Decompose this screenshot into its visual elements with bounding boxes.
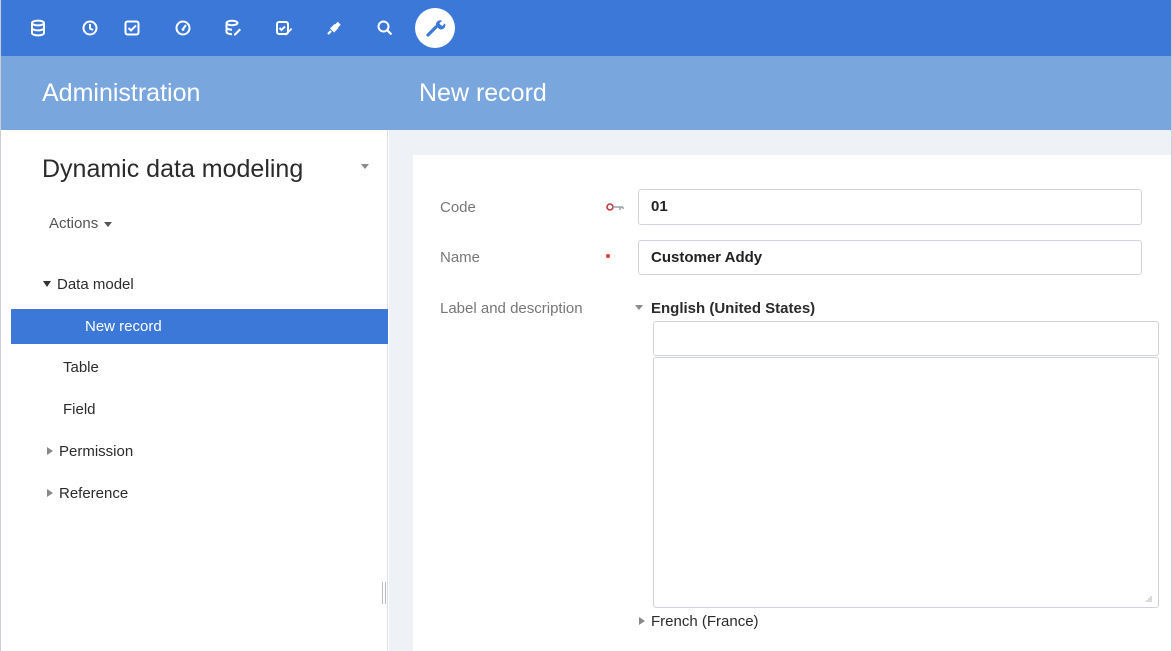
tree-item-label: Table	[63, 359, 99, 376]
page-title: New record	[419, 79, 547, 107]
data-edit-icon[interactable]	[219, 14, 247, 42]
code-value: 01	[651, 198, 668, 215]
name-value: Customer Addy	[651, 248, 763, 266]
plugin-icon[interactable]	[320, 14, 348, 42]
tree-item-label: Reference	[59, 485, 129, 502]
admin-wrench-icon[interactable]	[415, 8, 455, 48]
app-window: Administration New record Dynamic data m…	[0, 0, 1172, 651]
language-name: English (United States)	[651, 300, 816, 317]
label-description-label: Label and description	[440, 300, 583, 317]
code-field[interactable]: 01	[638, 189, 1142, 225]
sidebar	[1, 130, 388, 651]
code-label: Code	[440, 199, 476, 216]
expand-down-icon	[635, 305, 643, 310]
tree-item-label: Field	[63, 401, 96, 418]
tree-item-permission[interactable]: Permission	[47, 442, 133, 462]
expand-right-icon	[47, 489, 53, 497]
english-label-input[interactable]	[653, 321, 1159, 356]
dashboard-icon[interactable]	[169, 14, 197, 42]
name-field[interactable]: Customer Addy	[638, 240, 1142, 275]
language-name: French (France)	[651, 613, 759, 630]
required-icon	[606, 254, 610, 258]
sidebar-title: Dynamic data modeling	[42, 155, 304, 183]
tree-item-table[interactable]: Table	[63, 358, 99, 378]
key-icon	[606, 203, 624, 211]
expand-right-icon	[639, 617, 645, 625]
expand-down-icon	[43, 281, 51, 287]
caret-down-icon	[104, 221, 113, 227]
sidebar-menu-chevron-down-icon[interactable]	[361, 164, 369, 169]
actions-menu-button[interactable]: Actions	[49, 214, 113, 234]
tree-item-data-model[interactable]: Data model	[43, 275, 134, 295]
tree-item-label: New record	[85, 318, 162, 335]
section-title: Administration	[42, 79, 201, 107]
actions-label: Actions	[49, 215, 99, 232]
top-toolbar	[1, 0, 1171, 56]
tree-item-new-record[interactable]: New record	[11, 309, 388, 344]
pane-splitter-handle[interactable]	[382, 582, 386, 604]
search-icon[interactable]	[371, 14, 399, 42]
tasks-icon[interactable]	[118, 14, 146, 42]
english-description-textarea[interactable]	[653, 357, 1159, 608]
history-icon[interactable]	[76, 14, 104, 42]
tree-item-field[interactable]: Field	[63, 400, 96, 420]
tree-item-label: Data model	[57, 276, 134, 293]
language-toggle-english[interactable]: English (United States)	[635, 299, 815, 319]
database-icon[interactable]	[24, 14, 52, 42]
tree-item-reference[interactable]: Reference	[47, 484, 128, 504]
name-label: Name	[440, 249, 481, 266]
workflow-icon[interactable]	[270, 14, 298, 42]
expand-right-icon	[47, 447, 53, 455]
tree-item-label: Permission	[59, 443, 134, 460]
resize-grip-icon[interactable]	[1146, 596, 1152, 602]
language-toggle-french[interactable]: French (France)	[639, 612, 759, 632]
